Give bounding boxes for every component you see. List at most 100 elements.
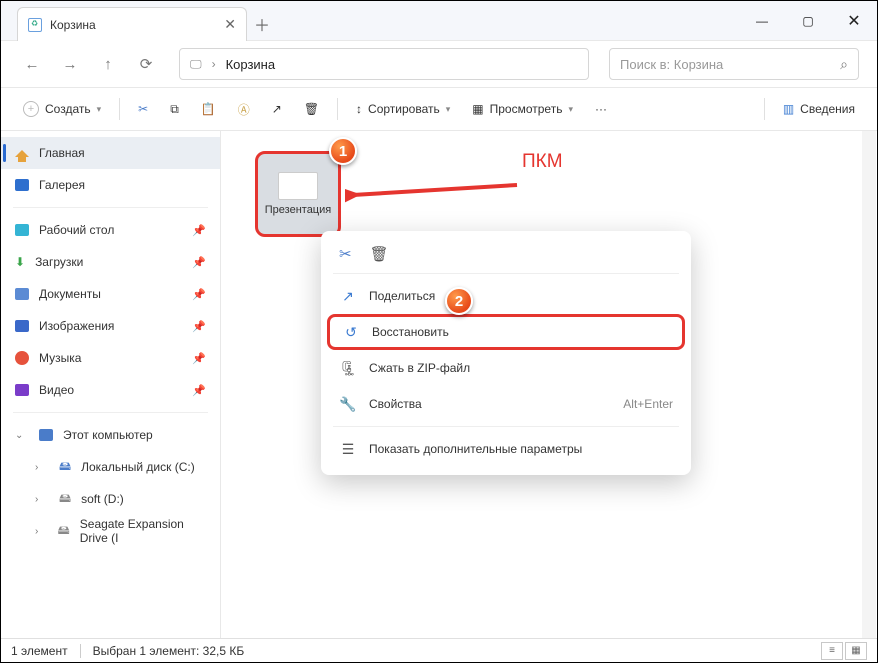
view-details-button[interactable]: ≡ (821, 642, 843, 660)
sidebar-item-drive-c[interactable]: › 🖴 Локальный диск (C:) (1, 451, 220, 483)
sidebar-divider (13, 412, 208, 413)
content-area[interactable]: Презентация 1 2 ПКМ ✂ 🗑 ↗ (221, 131, 877, 638)
details-label: Сведения (800, 102, 855, 116)
gallery-icon (15, 179, 29, 191)
rename-icon: Ⓐ (238, 101, 250, 118)
search-input[interactable] (620, 57, 840, 72)
context-shortcut: Alt+Enter (623, 397, 673, 411)
sidebar-item-drive-ext[interactable]: › 🖴 Seagate Expansion Drive (I (1, 515, 220, 547)
delete-button[interactable]: 🗑 (296, 94, 327, 124)
cut-icon[interactable]: ✂ (339, 245, 352, 263)
status-selection: Выбран 1 элемент: 32,5 КБ (93, 644, 245, 658)
forward-button[interactable]: → (57, 51, 83, 77)
rename-button[interactable]: Ⓐ (230, 94, 258, 124)
breadcrumb-current[interactable]: Корзина (226, 57, 276, 72)
sidebar-label: Локальный диск (C:) (81, 460, 195, 474)
toolbar-separator (337, 98, 338, 120)
context-divider (333, 426, 679, 427)
sidebar-item-home[interactable]: Главная (1, 137, 220, 169)
refresh-button[interactable]: ⟳ (133, 51, 159, 77)
expand-icon[interactable]: ⌄ (15, 430, 25, 441)
copy-button[interactable]: ⧉ (162, 94, 187, 124)
annotation-badge-1: 1 (329, 137, 357, 165)
context-item-restore[interactable]: ↺ Восстановить (327, 314, 685, 350)
details-pane-button[interactable]: ▥ Сведения (775, 94, 863, 124)
toolbar-separator (764, 98, 765, 120)
annotation-arrow (345, 173, 525, 213)
search-icon: ⌕ (840, 56, 848, 73)
create-button[interactable]: + Создать ▾ (15, 94, 109, 124)
sidebar-item-video[interactable]: Видео 📌 (1, 374, 220, 406)
pictures-icon (15, 320, 29, 332)
view-label: Просмотреть (490, 102, 563, 116)
tab-title: Корзина (50, 18, 96, 32)
sidebar-item-drive-d[interactable]: › 🖴 soft (D:) (1, 483, 220, 515)
recycle-bin-icon (28, 18, 42, 32)
sidebar-label: Документы (39, 287, 101, 301)
scrollbar[interactable] (862, 131, 876, 638)
sidebar-item-documents[interactable]: Документы 📌 (1, 278, 220, 310)
sort-button[interactable]: ↕ Сортировать ▾ (348, 94, 458, 124)
details-icon: ▥ (783, 102, 794, 116)
up-button[interactable]: ↑ (95, 51, 121, 77)
trash-icon[interactable]: 🗑 (370, 245, 389, 263)
more-icon: ☰ (339, 440, 357, 458)
sidebar-label: Seagate Expansion Drive (I (80, 517, 206, 545)
toolbar-separator (119, 98, 120, 120)
grid-icon: ▦ (472, 102, 483, 116)
download-icon: ⬇ (15, 255, 25, 269)
drive-icon: 🖴 (58, 521, 70, 542)
sidebar-item-gallery[interactable]: Галерея (1, 169, 220, 201)
status-bar: 1 элемент Выбран 1 элемент: 32,5 КБ ≡ ▦ (1, 638, 877, 662)
context-label: Восстановить (372, 325, 449, 339)
back-button[interactable]: ← (19, 51, 45, 77)
status-view-buttons: ≡ ▦ (821, 642, 867, 660)
address-bar[interactable]: 🖵 › Корзина (179, 48, 589, 80)
minimize-button[interactable]: — (739, 1, 785, 41)
view-grid-button[interactable]: ▦ (845, 642, 867, 660)
window-buttons: — ▢ ✕ (739, 1, 877, 41)
home-icon (15, 150, 29, 157)
context-label: Сжать в ZIP-файл (369, 361, 470, 375)
tab-recycle-bin[interactable]: Корзина ✕ (17, 7, 247, 41)
share-icon: ↗ (272, 102, 282, 116)
body: Главная Галерея Рабочий стол 📌 ⬇ Загрузк… (1, 131, 877, 638)
drive-icon: 🖴 (59, 489, 71, 510)
file-item-presentation[interactable]: Презентация (255, 151, 341, 237)
toolbar: + Создать ▾ ✂ ⧉ 📋 Ⓐ ↗ 🗑 ↕ Сортировать ▾ … (1, 87, 877, 131)
sidebar-item-pictures[interactable]: Изображения 📌 (1, 310, 220, 342)
expand-icon[interactable]: › (35, 494, 45, 505)
sidebar-label: Видео (39, 383, 74, 397)
view-button[interactable]: ▦ Просмотреть ▾ (464, 94, 581, 124)
sidebar-item-thispc[interactable]: ⌄ Этот компьютер (1, 419, 220, 451)
pin-icon: 📌 (192, 384, 206, 397)
more-button[interactable]: ··· (587, 94, 615, 124)
trash-icon: 🗑 (304, 102, 319, 116)
tab-close-button[interactable]: ✕ (224, 16, 236, 33)
share-icon: ↗ (339, 287, 357, 305)
maximize-button[interactable]: ▢ (785, 1, 831, 41)
context-item-more[interactable]: ☰ Показать дополнительные параметры (327, 431, 685, 467)
sidebar-label: Этот компьютер (63, 428, 153, 442)
search-box[interactable]: ⌕ (609, 48, 859, 80)
paste-button[interactable]: 📋 (193, 94, 224, 124)
context-item-properties[interactable]: 🔧 Свойства Alt+Enter (327, 386, 685, 422)
expand-icon[interactable]: › (35, 526, 44, 537)
file-label: Презентация (265, 204, 331, 216)
sidebar-item-music[interactable]: Музыка 📌 (1, 342, 220, 374)
close-button[interactable]: ✕ (831, 1, 877, 41)
copy-icon: ⧉ (170, 102, 179, 117)
sidebar-item-downloads[interactable]: ⬇ Загрузки 📌 (1, 246, 220, 278)
pin-icon: 📌 (192, 256, 206, 269)
expand-icon[interactable]: › (35, 462, 45, 473)
cut-button[interactable]: ✂ (130, 94, 156, 124)
sidebar-label: soft (D:) (81, 492, 124, 506)
clipboard-icon: 📋 (201, 102, 216, 116)
status-separator (80, 644, 81, 658)
chevron-down-icon: ▾ (446, 104, 451, 115)
sidebar-item-desktop[interactable]: Рабочий стол 📌 (1, 214, 220, 246)
new-tab-button[interactable]: ＋ (247, 7, 277, 41)
share-toolbar-button[interactable]: ↗ (264, 94, 290, 124)
context-item-zip[interactable]: 🗜 Сжать в ZIP-файл (327, 350, 685, 386)
context-item-share[interactable]: ↗ Поделиться (327, 278, 685, 314)
